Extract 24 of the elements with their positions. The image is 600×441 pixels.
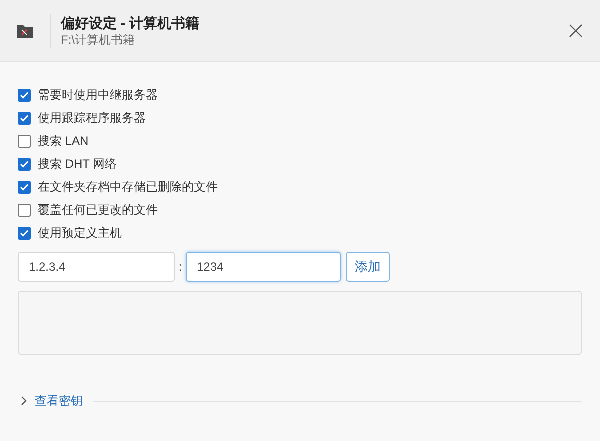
- checkbox[interactable]: [18, 204, 31, 216]
- checkbox-label[interactable]: 覆盖任何已更改的文件: [38, 201, 158, 219]
- checkbox-label[interactable]: 在文件夹存档中存储已删除的文件: [38, 178, 218, 196]
- add-button[interactable]: 添加: [346, 252, 390, 282]
- expander-link[interactable]: 查看密钥: [35, 392, 83, 410]
- address-field[interactable]: 1.2.3.4: [18, 252, 175, 282]
- checkbox[interactable]: [18, 88, 31, 102]
- checkbox-label[interactable]: 搜索 DHT 网络: [38, 155, 118, 173]
- checkbox[interactable]: [18, 226, 31, 240]
- checkbox-label[interactable]: 使用预定义主机: [38, 224, 122, 242]
- checkbox[interactable]: [18, 180, 31, 194]
- checkbox[interactable]: [18, 158, 31, 170]
- checkbox-label[interactable]: 搜索 LAN: [38, 132, 89, 150]
- port-field[interactable]: 1234: [186, 252, 341, 282]
- folder-icon: [17, 24, 33, 38]
- window-title: 偏好设定 - 计算机书籍: [61, 14, 200, 32]
- window-subtitle: F:\计算机书籍: [61, 32, 136, 48]
- close-button[interactable]: [568, 22, 584, 38]
- separator: :: [178, 259, 184, 276]
- checkbox-label[interactable]: 需要时使用中继服务器: [38, 86, 158, 104]
- chevron-icon[interactable]: [21, 396, 27, 406]
- checkbox-label[interactable]: 使用跟踪程序服务器: [38, 109, 146, 127]
- checkbox[interactable]: [18, 112, 31, 124]
- checkbox[interactable]: [18, 134, 31, 148]
